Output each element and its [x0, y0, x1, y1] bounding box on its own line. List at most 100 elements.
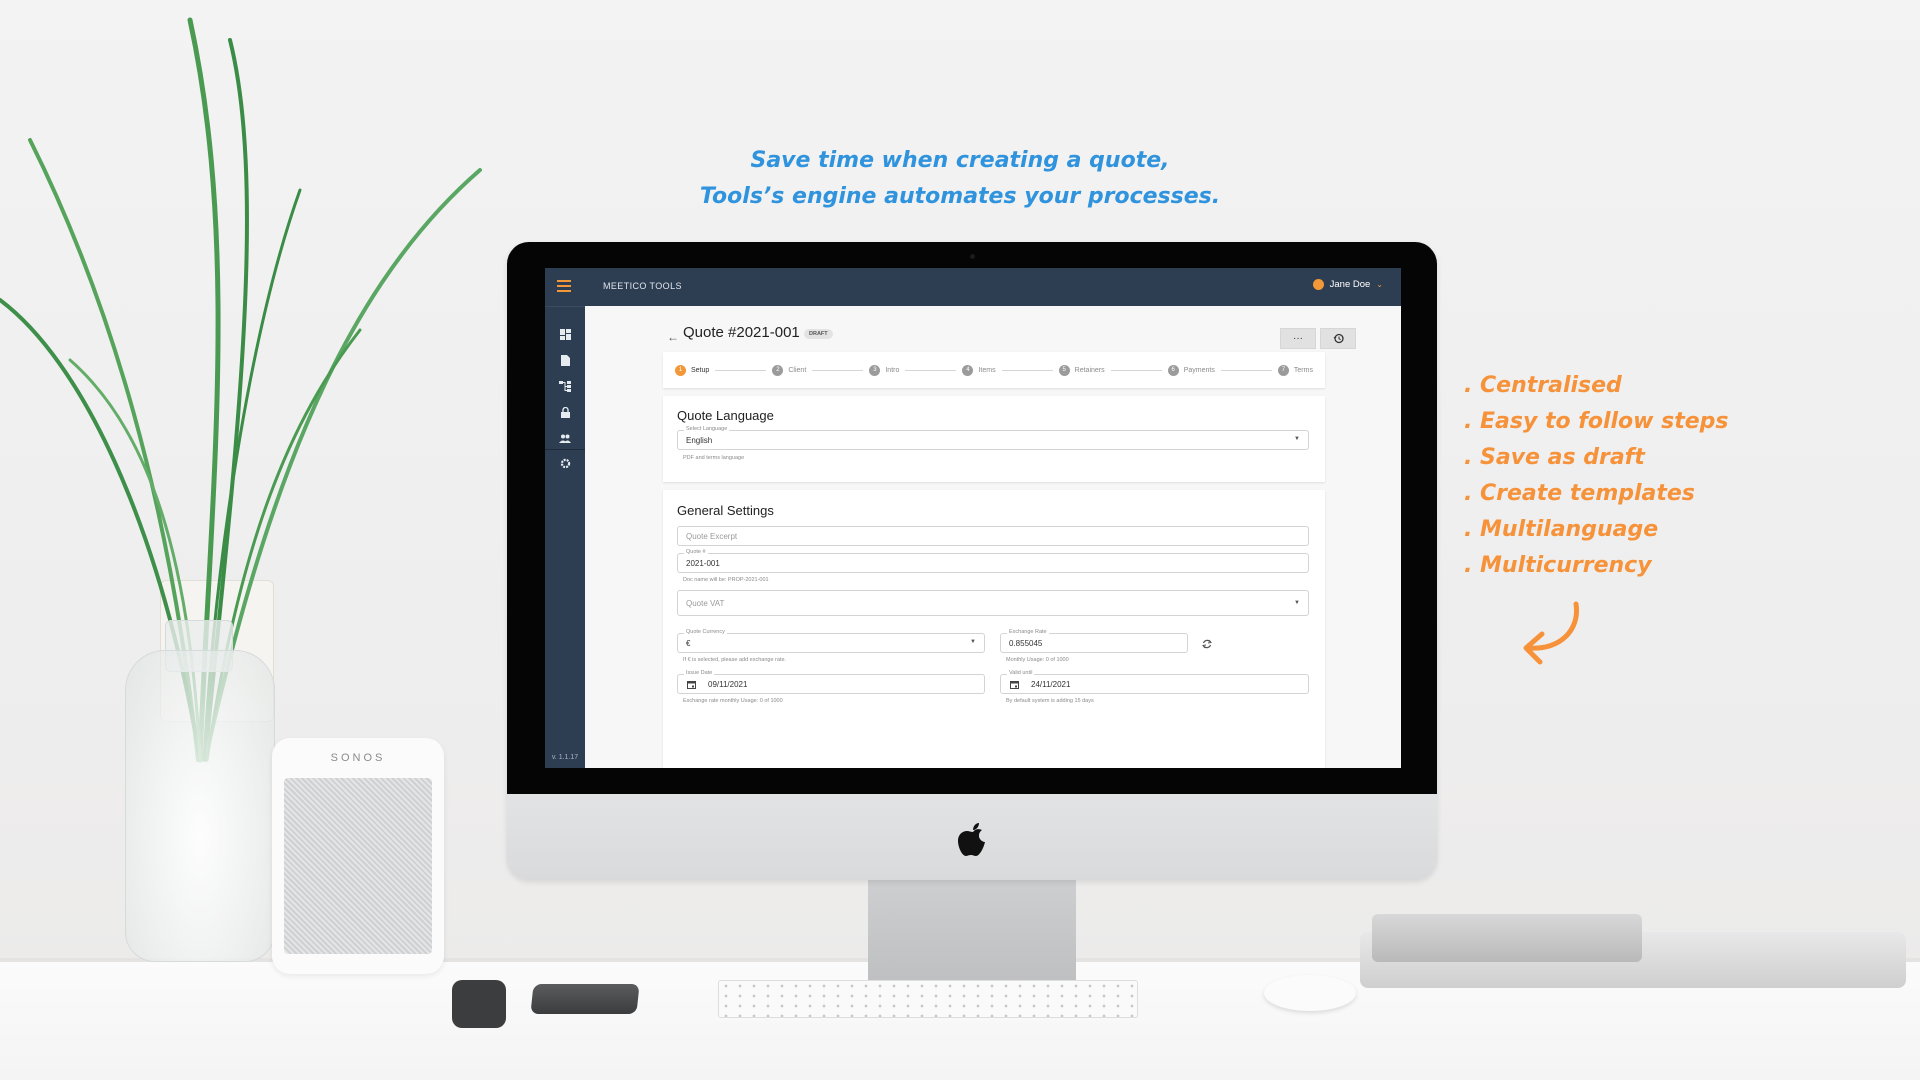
arrow-left-icon[interactable]: ← [667, 330, 679, 344]
field-value: 24/11/2021 [1031, 680, 1071, 689]
field-label: Valid until [1007, 670, 1035, 676]
field-value: € [686, 639, 691, 648]
quote-stepper: 1 Setup 2 Client 3 Intro 4 Items 5 Retainers … [663, 352, 1325, 388]
lock-icon[interactable] [558, 405, 572, 419]
workflow-icon[interactable] [558, 379, 572, 393]
step-payments[interactable]: 6 Payments [1167, 364, 1215, 376]
user-menu[interactable]: Jane Doe ⌄ [1312, 279, 1383, 290]
status-badge: DRAFT [804, 329, 833, 339]
feature-list: . Centralised . Easy to follow steps . S… [1464, 368, 1729, 584]
apple-logo-icon [958, 823, 985, 856]
smartwatch [452, 980, 506, 1028]
app-title: MEETICO TOOLS [603, 281, 682, 291]
issue-date-input[interactable]: Issue Date 09/11/2021 [677, 670, 985, 694]
speaker-brand: SONOS [330, 752, 386, 764]
quote-number-input[interactable]: Quote # 2021-001 [677, 549, 1309, 573]
top-bar: MEETICO TOOLS Jane Doe ⌄ [545, 268, 1401, 306]
feature-item: . Save as draft [1464, 445, 1645, 470]
step-connector [1220, 369, 1272, 371]
speaker-grill [284, 778, 432, 954]
settings-icon[interactable] [558, 456, 572, 470]
feature-item: . Multilanguage [1464, 517, 1659, 542]
keyboard [718, 980, 1138, 1018]
feature-item: . Centralised [1464, 373, 1622, 398]
calendar-icon [1010, 681, 1019, 689]
caret-down-icon: ▼ [1294, 436, 1300, 442]
card-title: General Settings [677, 503, 774, 518]
step-connector [1001, 369, 1053, 371]
step-label: Terms [1293, 366, 1313, 374]
quote-excerpt-input[interactable]: Quote Excerpt [677, 526, 1309, 546]
quote-vat-select[interactable]: Quote VAT ▼ [677, 590, 1309, 616]
step-label: Items [978, 366, 996, 374]
calendar-icon [687, 681, 696, 689]
more-options-button[interactable]: ··· [1280, 328, 1316, 349]
step-intro[interactable]: 3 Intro [869, 364, 900, 376]
step-label: Intro [885, 366, 900, 374]
field-value: English [686, 436, 713, 445]
step-connector [715, 369, 767, 371]
chevron-down-icon: ⌄ [1376, 280, 1383, 289]
field-hint: Exchange rate monthly Usage: 0 of 1000 [683, 698, 783, 704]
document-icon[interactable] [558, 353, 572, 367]
glass-vase [125, 650, 275, 962]
app-version: v. 1.1.17 [551, 754, 579, 761]
field-hint: PDF and terms language [683, 455, 745, 461]
step-label: Payments [1183, 366, 1215, 374]
feature-item: . Create templates [1464, 481, 1695, 506]
field-label: Exchange Rate [1007, 629, 1049, 635]
field-placeholder: Quote VAT [686, 599, 725, 608]
user-name: Jane Doe [1329, 279, 1371, 290]
step-label: Setup [691, 366, 710, 374]
field-label: Quote Currency [684, 629, 727, 635]
field-placeholder: Quote Excerpt [686, 532, 738, 541]
quote-currency-select[interactable]: Quote Currency € ▼ [677, 629, 985, 653]
step-number: 6 [1167, 364, 1179, 376]
step-retainers[interactable]: 5 Retainers [1058, 364, 1105, 376]
language-select[interactable]: Select Language English ▼ [677, 426, 1309, 450]
step-label: Client [788, 366, 807, 374]
step-number: 2 [772, 364, 784, 376]
step-connector [905, 369, 957, 371]
field-hint: Doc name will be: PROP-2021-001 [683, 577, 769, 583]
history-button[interactable] [1320, 328, 1356, 349]
history-icon [1333, 333, 1344, 344]
page-title: Quote #2021-001 [683, 324, 800, 341]
smartphone [530, 984, 640, 1014]
step-number: 7 [1277, 364, 1289, 376]
mouse [1264, 975, 1356, 1011]
valid-until-input[interactable]: Valid until 24/11/2021 [1000, 670, 1309, 694]
step-connector [812, 369, 864, 371]
curved-arrow-icon [1523, 601, 1579, 665]
step-connector [1110, 369, 1162, 371]
step-number: 5 [1058, 364, 1070, 376]
card-title: Quote Language [677, 408, 774, 423]
field-hint: By default system is adding 15 days [1006, 698, 1094, 704]
app-screen: MEETICO TOOLS Jane Doe ⌄ v. 1.1.17 ← Quo… [545, 268, 1401, 768]
step-number: 4 [962, 364, 974, 376]
step-terms[interactable]: 7 Terms [1277, 364, 1313, 376]
step-setup[interactable]: 1 Setup [675, 364, 710, 376]
refresh-icon[interactable] [1201, 638, 1213, 650]
step-client[interactable]: 2 Client [772, 364, 807, 376]
main-content: ← Quote #2021-001 DRAFT ··· 1 Setup 2 Clie… [585, 306, 1401, 768]
field-hint: If € is selected, please add exchange ra… [683, 657, 787, 663]
sidebar-divider [545, 449, 585, 450]
caret-down-icon: ▼ [970, 639, 976, 645]
step-label: Retainers [1074, 366, 1105, 374]
caret-down-icon: ▼ [1294, 600, 1300, 606]
step-number: 1 [675, 364, 686, 376]
camera [970, 254, 975, 259]
step-items[interactable]: 4 Items [962, 364, 996, 376]
dashboard-icon[interactable] [558, 327, 572, 341]
sidebar: v. 1.1.17 [545, 306, 585, 768]
step-number: 3 [869, 364, 881, 376]
hamburger-menu-icon[interactable] [557, 280, 571, 292]
users-icon[interactable] [558, 431, 572, 445]
exchange-rate-input[interactable]: Exchange Rate 0.855045 [1000, 629, 1188, 653]
field-label: Issue Date [684, 670, 715, 676]
field-value: 2021-001 [686, 559, 720, 568]
tablet [1372, 914, 1642, 962]
general-settings-card: General Settings Quote Excerpt Quote # 2… [663, 490, 1325, 768]
quote-language-card: Quote Language Select Language English ▼… [663, 396, 1325, 482]
